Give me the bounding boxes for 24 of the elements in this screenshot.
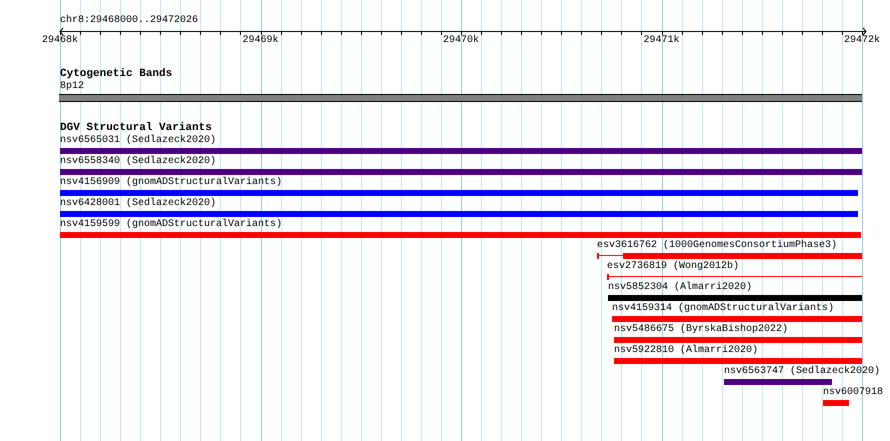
tick-label: 29469k (242, 35, 278, 47)
locus-label: chr8:29468000..29472026 (60, 14, 198, 27)
track-title: DGV Structural Variants (60, 122, 212, 134)
variant-label: nsv6563747 (Sedlazeck2020) (724, 366, 880, 379)
tick-label: 29470k (443, 35, 479, 47)
variant-label: esv2736819 (Wong2012b) (607, 261, 740, 274)
variant-label: nsv6428001 (Sedlazeck2020) (60, 198, 216, 211)
tick-label: 29468k (42, 35, 78, 47)
variant-label: nsv6565031 (Sedlazeck2020) (60, 135, 216, 148)
variant-label: nsv5922810 (Almarri2020) (614, 345, 758, 358)
variant-label: nsv6558340 (Sedlazeck2020) (60, 156, 216, 169)
variant-label: nsv5486675 (ByrskaBishop2022) (614, 324, 788, 337)
variant-label: esv3616762 (1000GenomesConsortiumPhase3) (597, 240, 838, 253)
variant-label: nsv4159314 (gnomADStructuralVariants) (612, 303, 834, 316)
variant-label: nsv4156909 (gnomADStructuralVariants) (60, 177, 282, 190)
variant-line[interactable] (607, 274, 862, 280)
variant-label: nsv4159599 (gnomADStructuralVariants) (60, 219, 282, 232)
variant-label: nsv6007918 (823, 387, 884, 400)
variant-label: nsv5852304 (Almarri2020) (608, 282, 752, 295)
tick-label: 29471k (644, 35, 680, 47)
variant-bar[interactable] (597, 253, 862, 259)
tick-label: 29472k (844, 35, 880, 47)
track-title: Cytogenetic Bands (60, 68, 172, 81)
band-label: 8p12 (60, 81, 84, 94)
